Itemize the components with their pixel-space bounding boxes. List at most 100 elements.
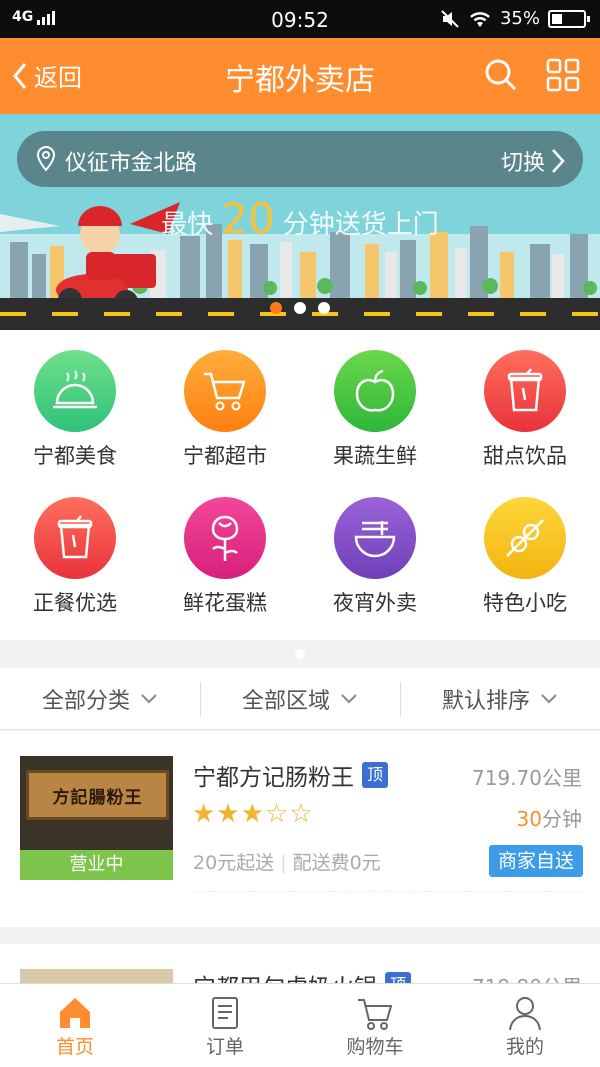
open-status-badge: 营业中 (20, 850, 173, 880)
top-badge: 顶 (385, 972, 411, 983)
switch-location-button[interactable]: 切换 (501, 145, 565, 177)
delivery-fee: 配送费0元 (292, 852, 381, 874)
chevron-down-icon (541, 693, 557, 703)
tab-orders[interactable]: 订单 (150, 984, 300, 1067)
category-label: 宁都美食 (33, 444, 117, 468)
star-filled-icon: ★ (192, 799, 217, 829)
tab-home[interactable]: 首页 (0, 984, 150, 1067)
banner-dot-active[interactable] (270, 302, 282, 314)
category-page-dot (295, 649, 305, 659)
eta-unit: 分钟 (542, 807, 582, 831)
filter-bar: 全部分类 全部区域 默认排序 (0, 668, 600, 730)
delivery-time: 30分钟 (517, 803, 582, 832)
category-grid: 宁都美食 宁都超市 果蔬生鲜 甜点饮品 正餐优选 鲜花蛋糕 夜宵外卖 特色小吃 (0, 330, 600, 640)
noodle-bowl-icon (334, 497, 416, 579)
home-icon (60, 998, 90, 1028)
wifi-icon (470, 11, 490, 27)
shop-sign-image: 方記腸粉王 (26, 770, 169, 820)
star-filled-icon: ★ (216, 799, 241, 829)
shop-distance: 719.70公里 (472, 766, 582, 790)
grid-menu-icon[interactable] (546, 58, 580, 92)
eta-number: 30 (516, 807, 542, 831)
tab-label: 首页 (55, 1036, 94, 1058)
category-item[interactable]: 甜点饮品 (450, 350, 600, 470)
category-item[interactable]: 宁都美食 (0, 350, 150, 470)
shop-thumbnail (20, 969, 173, 983)
star-empty-icon: ☆ (264, 799, 290, 829)
min-order: 20元起送 (193, 852, 275, 874)
slogan-suffix: 分钟送货上门 (282, 210, 439, 240)
filter-sort-dropdown[interactable]: 默认排序 (400, 668, 600, 729)
tab-cart[interactable]: 购物车 (300, 984, 450, 1067)
star-rating: ★★★☆☆ (192, 799, 314, 829)
filter-label: 全部区域 (241, 688, 330, 714)
mute-icon (441, 9, 459, 28)
shop-name: 宁都甲勾虎奶火锅 顶 (193, 968, 411, 983)
divider (193, 891, 582, 892)
star-empty-icon: ☆ (289, 799, 314, 829)
divider: | (280, 852, 287, 874)
tab-label: 购物车 (346, 1036, 404, 1058)
category-item[interactable]: 果蔬生鲜 (300, 350, 450, 470)
category-label: 正餐优选 (33, 591, 117, 615)
filter-area-dropdown[interactable]: 全部区域 (200, 668, 400, 729)
location-bar[interactable]: 仪征市金北路 切换 (17, 131, 583, 187)
bottom-tab-bar: 首页 订单 购物车 我的 (0, 983, 600, 1067)
category-label: 果蔬生鲜 (333, 444, 417, 468)
current-address: 仪征市金北路 (65, 151, 198, 176)
banner-dot[interactable] (294, 302, 306, 314)
switch-label: 切换 (500, 151, 545, 176)
shop-name: 宁都方记肠粉王 顶 (193, 758, 388, 792)
search-icon[interactable] (484, 58, 518, 92)
status-icons: 35% (440, 8, 590, 29)
battery-icon (548, 9, 590, 28)
category-label: 宁都超市 (183, 444, 267, 468)
shop-fees: 20元起送 | 配送费0元 (193, 848, 381, 875)
apple-icon (334, 350, 416, 432)
tab-profile[interactable]: 我的 (450, 984, 600, 1067)
category-item[interactable]: 夜宵外卖 (300, 497, 450, 617)
filter-category-dropdown[interactable]: 全部分类 (0, 668, 200, 729)
category-pagination (0, 640, 600, 668)
location-pin-icon (36, 145, 56, 172)
rose-icon (184, 497, 266, 579)
slogan-number: 20 (221, 194, 275, 243)
category-label: 夜宵外卖 (333, 591, 417, 615)
shop-list-item[interactable]: 方記腸粉王 营业中 宁都方记肠粉王 顶 719.70公里 ★★★☆☆ 30分钟 … (0, 731, 600, 927)
category-item[interactable]: 特色小吃 (450, 497, 600, 617)
tab-label: 我的 (505, 1036, 544, 1058)
filter-label: 默认排序 (441, 688, 530, 714)
shop-name-text: 宁都甲勾虎奶火锅 (193, 968, 377, 983)
category-item[interactable]: 正餐优选 (0, 497, 150, 617)
chevron-right-icon (552, 149, 565, 173)
category-label: 甜点饮品 (483, 444, 567, 468)
category-item[interactable]: 宁都超市 (150, 350, 300, 470)
chevron-down-icon (341, 693, 357, 703)
cart-icon (358, 999, 393, 1030)
chevron-down-icon (141, 693, 157, 703)
delivery-type-badge: 商家自送 (488, 845, 583, 877)
shop-list-item[interactable]: 宁都甲勾虎奶火锅 顶 719.80公里 (0, 944, 600, 983)
star-filled-icon: ★ (240, 799, 265, 829)
banner-dot[interactable] (318, 302, 330, 314)
banner-slogan: 最快 20 分钟送货上门 (0, 194, 600, 243)
category-label: 鲜花蛋糕 (183, 591, 267, 615)
promo-banner[interactable]: 最快 20 分钟送货上门 仪征市金北路 切换 (0, 114, 600, 330)
top-app-bar: 返回 宁都外卖店 (0, 38, 600, 114)
meal-cup-icon (34, 497, 116, 579)
shopping-cart-icon (184, 350, 266, 432)
app-screen: 4G 09:52 35% 返回 宁都外卖店 最快 20 分钟送货上门 仪征市金北… (0, 0, 600, 1067)
shop-distance: 719.80公里 (472, 971, 582, 983)
slogan-prefix: 最快 (161, 210, 214, 240)
cloche-icon (34, 350, 116, 432)
order-list-icon (212, 997, 238, 1029)
category-label: 特色小吃 (483, 591, 567, 615)
filter-label: 全部分类 (41, 688, 130, 714)
category-item[interactable]: 鲜花蛋糕 (150, 497, 300, 617)
banner-pagination[interactable] (0, 302, 600, 314)
skewer-icon (484, 497, 566, 579)
status-bar: 4G 09:52 35% (0, 0, 600, 38)
drink-cup-icon (484, 350, 566, 432)
shop-thumbnail: 方記腸粉王 营业中 (20, 756, 173, 880)
battery-percent: 35% (499, 8, 540, 29)
